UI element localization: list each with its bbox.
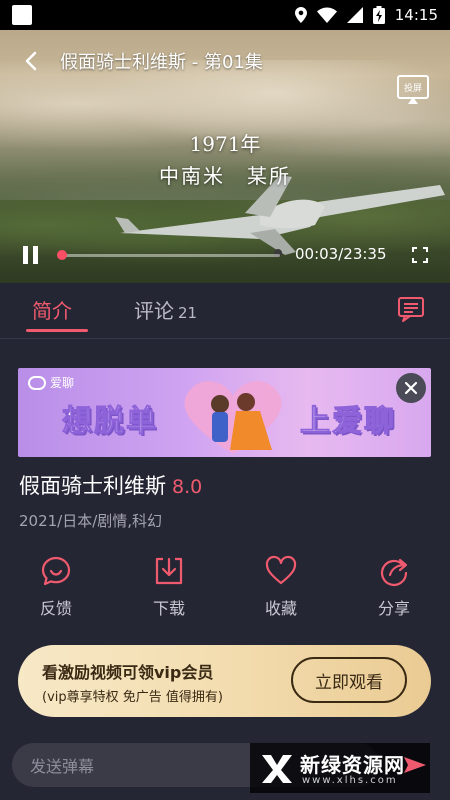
watermark-brand: 新绿资源网 <box>300 753 405 777</box>
fullscreen-icon[interactable] <box>412 247 428 263</box>
ad-brand-label: 爱聊 <box>50 376 75 390</box>
tab-comments-label: 评论 <box>134 299 174 323</box>
vip-subtitle: (vip尊享特权 免广告 值得拥有) <box>42 690 223 705</box>
tab-active-indicator <box>26 329 88 332</box>
couple-heart-image <box>184 381 282 454</box>
download-icon <box>155 557 183 585</box>
progress-thumb[interactable] <box>57 250 68 260</box>
show-name: 假面骑士利维斯 <box>19 474 166 498</box>
location-icon <box>294 7 307 23</box>
show-meta: 2021/日本/剧情,科幻 <box>19 512 163 530</box>
danmaku-placeholder: 发送弹幕 <box>30 757 95 776</box>
danmaku-list-icon[interactable] <box>397 295 425 323</box>
favorite-button[interactable]: 收藏 <box>251 555 311 619</box>
favorite-label: 收藏 <box>264 599 297 618</box>
close-icon <box>404 381 418 395</box>
notification-icon <box>12 5 32 25</box>
show-score: 8.0 <box>172 476 203 498</box>
download-button[interactable]: 下载 <box>139 555 199 619</box>
chevron-left-icon <box>25 51 37 71</box>
heart-icon <box>265 555 297 585</box>
comments-count: 21 <box>178 304 198 322</box>
ad-brand: 爱聊 <box>28 374 74 391</box>
feedback-button[interactable]: 反馈 <box>26 555 86 619</box>
pause-button[interactable] <box>22 246 40 266</box>
player-controls: 00:03/23:35 <box>0 235 450 275</box>
ad-banner[interactable]: 爱聊 想脱单 上爱聊 <box>18 368 431 457</box>
progress-bar[interactable] <box>57 250 280 260</box>
time-display: 00:03/23:35 <box>295 245 387 263</box>
wifi-icon <box>316 7 337 23</box>
video-player[interactable]: 1971年 中南米 某所 假面骑士利维斯 - 第01集 投屏 00:03/23:… <box>0 30 450 283</box>
status-bar: 14:15 <box>0 0 450 30</box>
show-title: 假面骑士利维斯 8.0 <box>19 470 202 500</box>
tab-intro[interactable]: 简介 <box>32 295 72 324</box>
subtitle-year: 1971年 <box>189 132 261 156</box>
cast-label: 投屏 <box>403 83 422 94</box>
tab-intro-label: 简介 <box>32 299 72 323</box>
send-icon[interactable] <box>402 755 428 775</box>
tab-comments[interactable]: 评论 21 <box>134 295 197 324</box>
share-button[interactable]: 分享 <box>364 555 424 619</box>
download-label: 下载 <box>152 599 185 618</box>
action-row: 反馈 下载 收藏 分享 <box>0 555 450 625</box>
pause-icon <box>23 246 28 264</box>
vip-banner: 看激励视频可领vip会员 (vip尊享特权 免广告 值得拥有) 立即观看 <box>18 645 431 717</box>
clock: 14:15 <box>394 6 438 24</box>
subtitle-location: 中南米 某所 <box>159 164 291 188</box>
share-icon <box>380 558 408 586</box>
video-title: 假面骑士利维斯 - 第01集 <box>60 52 263 73</box>
feedback-icon <box>41 556 71 586</box>
ad-headline-right: 上爱聊 <box>300 404 396 440</box>
back-button[interactable] <box>18 48 44 74</box>
ad-headline-left: 想脱单 <box>62 404 158 440</box>
share-label: 分享 <box>377 599 410 618</box>
feedback-label: 反馈 <box>39 599 72 618</box>
tab-bar: 简介 评论 21 <box>0 283 450 339</box>
cast-icon-base <box>408 97 418 104</box>
brand-logo-icon <box>262 755 292 783</box>
battery-icon <box>372 6 385 24</box>
cast-button[interactable]: 投屏 <box>397 75 429 104</box>
watermark-url: www.xlhs.com <box>302 775 398 786</box>
signal-icon <box>346 7 363 23</box>
watch-now-button[interactable]: 立即观看 <box>291 657 407 703</box>
chat-bubble-icon <box>28 375 46 390</box>
ad-close-button[interactable] <box>396 373 426 403</box>
vip-title: 看激励视频可领vip会员 <box>42 663 214 682</box>
pause-icon-bar <box>33 246 38 264</box>
